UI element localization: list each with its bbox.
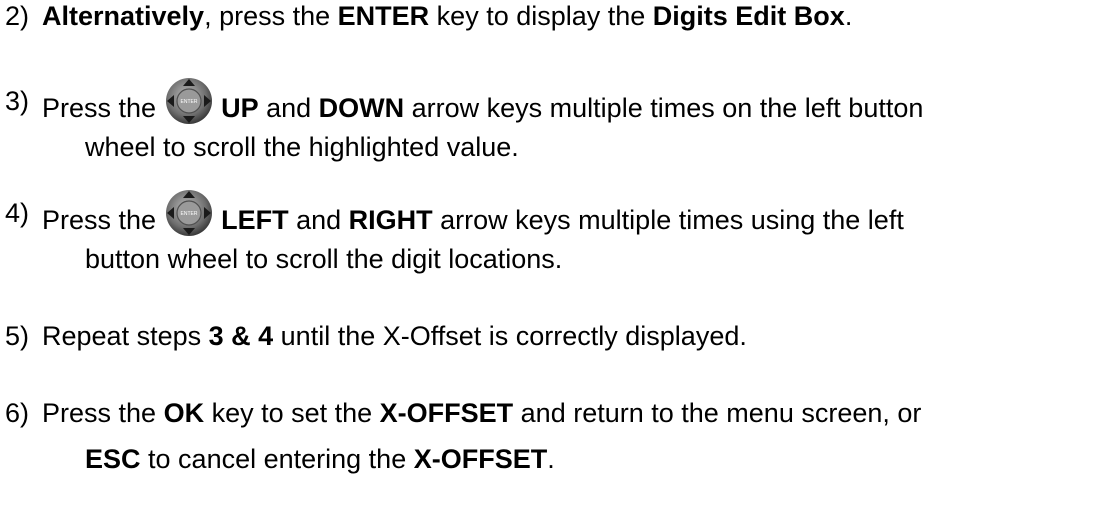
emphasized-text: DOWN — [318, 93, 405, 124]
enter-key-label: ENTER — [180, 99, 197, 105]
text-run: key to set the — [204, 398, 380, 428]
text-run: and — [288, 205, 349, 236]
emphasized-text: OK — [163, 398, 205, 428]
text-run: . — [844, 1, 853, 31]
step-text-line: Press the OK key to set the X-OFFSET and… — [42, 397, 921, 429]
text-run: and return to the menu screen, or — [513, 398, 922, 428]
text-run: to cancel entering the — [140, 444, 414, 474]
step-number: 4) — [5, 198, 30, 228]
text-run: key to display the — [429, 1, 653, 31]
emphasized-text: UP — [221, 93, 259, 124]
step-text-line: Repeat steps 3 & 4 until the X-Offset is… — [42, 320, 747, 352]
emphasized-text: 3 & 4 — [208, 321, 274, 351]
text-run: and — [258, 93, 319, 124]
text-run: Repeat steps — [42, 321, 209, 351]
step-text-line: Press the ENTER LEFT and RIGHT arrow key… — [42, 190, 904, 247]
emphasized-text: Alternatively — [42, 1, 205, 31]
text-run — [214, 205, 222, 235]
emphasized-text: X-OFFSET — [413, 444, 548, 474]
text-run: Press the — [42, 205, 164, 236]
step-number: 2) — [5, 1, 30, 31]
text-run: arrow keys multiple times on the left bu… — [404, 93, 924, 124]
step-text-line: button wheel to scroll the digit locatio… — [85, 243, 562, 275]
text-run: Press the — [42, 398, 164, 428]
emphasized-text: ENTER — [337, 1, 430, 31]
emphasized-text: ESC — [85, 444, 141, 474]
step-number: 6) — [5, 398, 30, 428]
emphasized-text: RIGHT — [348, 205, 433, 236]
text-run: wheel to scroll the highlighted value. — [85, 132, 519, 162]
text-run — [214, 93, 222, 123]
step-text-line: wheel to scroll the highlighted value. — [85, 131, 519, 163]
step-text-line: Alternatively, press the ENTER key to di… — [42, 0, 852, 32]
step-number: 3) — [5, 86, 30, 116]
enter-key-label: ENTER — [180, 211, 197, 217]
emphasized-text: Digits Edit Box — [652, 1, 845, 31]
button-wheel-icon: ENTER — [164, 188, 214, 238]
text-run: arrow keys multiple times using the left — [432, 205, 904, 236]
text-run: , press the — [204, 1, 338, 31]
text-run: until the X-Offset is correctly displaye… — [273, 321, 747, 351]
button-wheel-icon: ENTER — [164, 76, 214, 126]
text-run: Press the — [42, 93, 164, 124]
emphasized-text: LEFT — [221, 205, 289, 236]
step-number: 5) — [5, 321, 30, 351]
step-text-line: ESC to cancel entering the X-OFFSET. — [85, 443, 555, 475]
emphasized-text: X-OFFSET — [379, 398, 514, 428]
text-run: . — [547, 444, 555, 474]
step-text-line: Press the ENTER UP and DOWN arrow keys m… — [42, 78, 924, 135]
text-run: button wheel to scroll the digit locatio… — [85, 244, 563, 274]
